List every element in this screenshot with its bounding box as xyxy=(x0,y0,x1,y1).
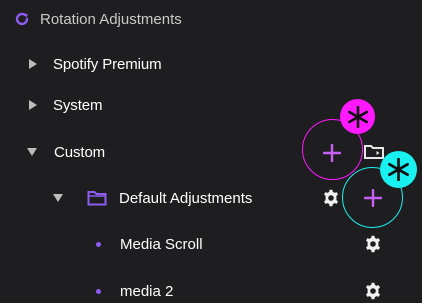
folder-add-icon[interactable] xyxy=(364,143,384,159)
gear-icon[interactable] xyxy=(364,282,382,300)
tree-item-label: System xyxy=(53,96,103,114)
gear-icon[interactable] xyxy=(364,235,382,253)
chevron-right-icon[interactable] xyxy=(29,100,37,110)
tree-item-label: Custom xyxy=(54,143,106,161)
chevron-down-icon[interactable] xyxy=(27,148,37,156)
tree-item-default-adjustments[interactable]: Default Adjustments xyxy=(53,186,252,210)
chevron-down-icon[interactable] xyxy=(53,194,63,202)
tree-item-label: Spotify Premium xyxy=(53,55,162,73)
tree-item-label: media 2 xyxy=(120,282,174,300)
tree-item-label: Media Scroll xyxy=(120,235,203,253)
asterisk-icon xyxy=(347,105,368,128)
bullet-dot xyxy=(96,241,101,247)
plus-icon[interactable] xyxy=(364,189,382,207)
plus-icon[interactable] xyxy=(323,144,341,162)
tree-item-label: Default Adjustments xyxy=(119,189,253,207)
bullet-dot xyxy=(96,288,101,294)
tree-item-spotify-premium[interactable]: Spotify Premium xyxy=(29,52,162,76)
tree-item-media-2[interactable]: media 2 xyxy=(96,279,173,303)
section-header: Rotation Adjustments xyxy=(14,7,182,31)
section-title: Rotation Adjustments xyxy=(40,10,182,28)
refresh-icon xyxy=(15,12,29,26)
tree-item-media-scroll[interactable]: Media Scroll xyxy=(96,232,203,256)
chevron-right-icon[interactable] xyxy=(29,59,37,69)
asterisk-badge-magenta xyxy=(340,99,375,134)
tree-item-custom[interactable]: Custom xyxy=(27,140,105,164)
asterisk-badge-cyan xyxy=(380,151,417,188)
asterisk-icon xyxy=(388,158,409,181)
tree-item-system[interactable]: System xyxy=(29,93,103,117)
gear-icon[interactable] xyxy=(322,189,340,207)
folder-icon xyxy=(87,191,107,206)
